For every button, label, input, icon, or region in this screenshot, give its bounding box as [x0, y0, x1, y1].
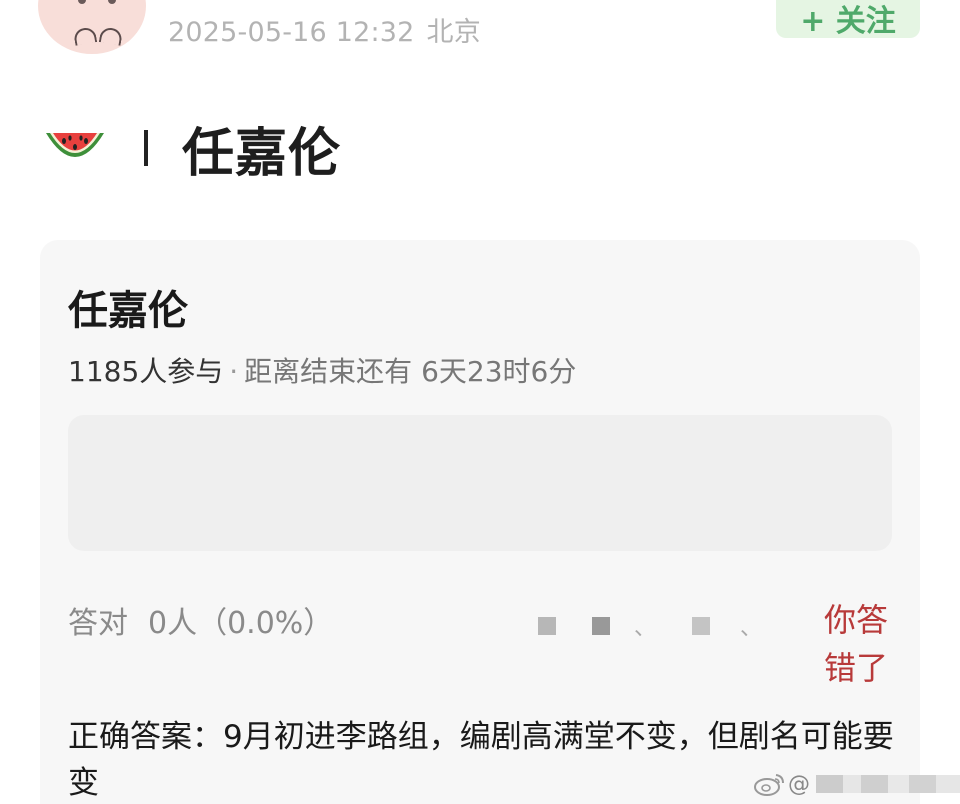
watermelon-icon: [46, 133, 104, 157]
quiz-card: 任嘉伦 1185人参与 · 距离结束还有 6天23时6分 答对 0人（0.0%） 、 …: [40, 240, 920, 804]
watermark-at: @: [788, 771, 810, 797]
post-screen: 2025-05-16 12:32 北京 + 关注 任嘉伦 任嘉伦 1185人参与 ·…: [0, 0, 960, 804]
quiz-participants: 1185人参与: [68, 355, 224, 388]
quiz-meta: 1185人参与 · 距离结束还有 6天23时6分: [68, 350, 576, 390]
result-wrong-label: 你答错了: [824, 601, 889, 687]
avatar-mouth: [98, 26, 124, 46]
post-meta: 2025-05-16 12:32 北京: [168, 10, 481, 49]
quiz-title: 任嘉伦: [68, 288, 188, 334]
censored-block: [692, 617, 711, 635]
topic-divider: [144, 130, 148, 166]
watermark-blurred-name: [816, 775, 960, 793]
topic-title[interactable]: 任嘉伦: [182, 111, 341, 186]
avatar-eye: [78, 0, 86, 4]
avatar-eye: [108, 0, 116, 4]
weibo-logo-icon: [754, 774, 784, 796]
post-timestamp: 2025-05-16 12:32: [168, 17, 415, 48]
quiz-meta-separator: ·: [229, 355, 239, 388]
topic-header: 任嘉伦: [42, 112, 341, 184]
correct-count: 0人（0.0%）: [148, 606, 334, 641]
censored-users: 、 、: [538, 610, 762, 642]
censored-separator: 、: [634, 616, 657, 641]
avatar[interactable]: [38, 0, 146, 54]
weibo-watermark: @: [752, 766, 960, 802]
censored-block: [538, 617, 556, 635]
correct-stats: 答对 0人（0.0%）: [68, 598, 333, 642]
follow-button[interactable]: + 关注: [776, 0, 920, 39]
correct-label: 答对: [68, 606, 128, 641]
avatar-mouth: [72, 26, 98, 46]
censored-block: [592, 617, 610, 635]
quiz-option-area[interactable]: [68, 415, 892, 551]
post-location: 北京: [426, 17, 481, 48]
censored-separator: 、: [740, 616, 763, 641]
quiz-remaining-time: 距离结束还有 6天23时6分: [244, 355, 577, 388]
